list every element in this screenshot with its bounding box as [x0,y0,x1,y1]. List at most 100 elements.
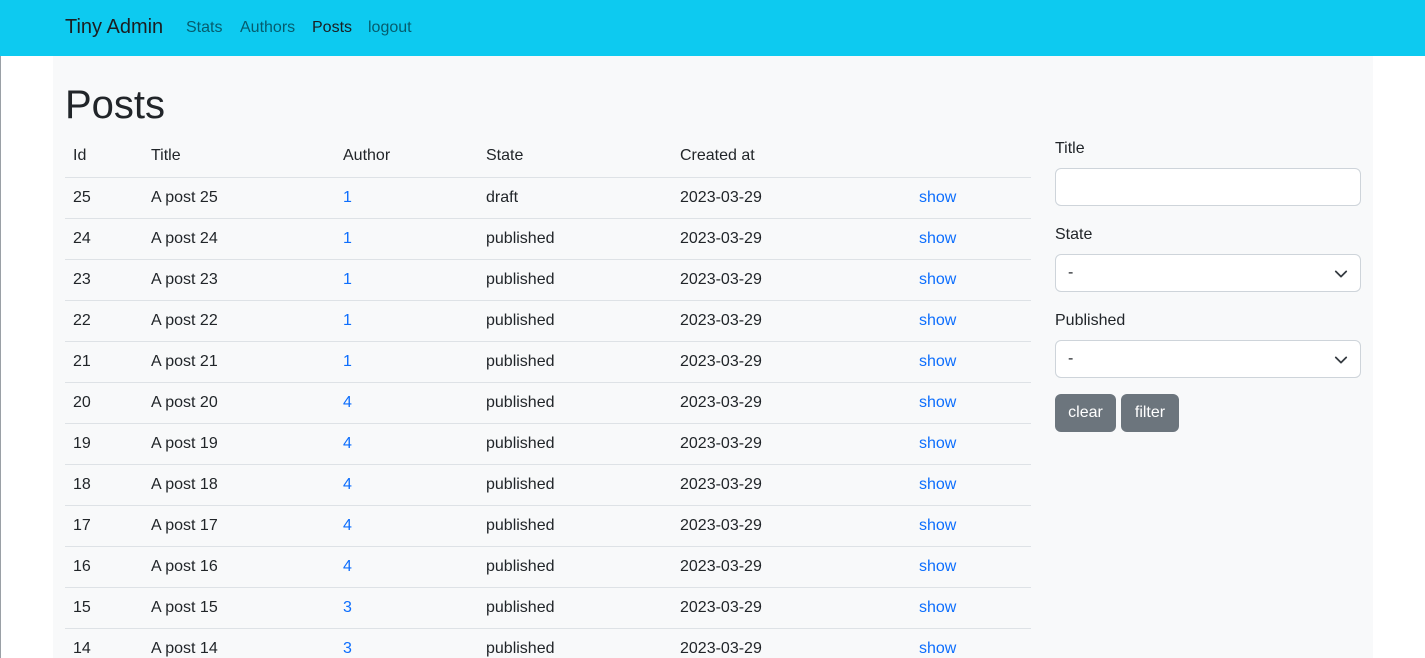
cell-id: 22 [73,311,91,329]
cell-state: published [486,270,555,288]
cell-created-at: 2023-03-29 [680,229,762,247]
nav-link-posts[interactable]: Posts [312,19,352,37]
cell-id: 25 [73,188,91,206]
table-cell: 4 [335,464,478,506]
author-link[interactable]: 4 [343,394,352,411]
table-cell: published [478,218,672,260]
show-link[interactable]: show [919,558,956,575]
show-link[interactable]: show [919,640,956,657]
cell-created-at: 2023-03-29 [680,393,762,411]
show-link[interactable]: show [919,435,956,452]
author-link[interactable]: 4 [343,558,352,575]
table-cell: 22 [65,300,143,342]
author-link[interactable]: 4 [343,435,352,452]
table-cell: 2023-03-29 [672,464,911,506]
author-link[interactable]: 1 [343,353,352,370]
table-cell: A post 14 [143,628,335,658]
show-link[interactable]: show [919,271,956,288]
cell-created-at: 2023-03-29 [680,352,762,370]
table-cell: 2023-03-29 [672,177,911,219]
state-filter-select[interactable]: - [1055,254,1361,292]
published-filter-value: - [1068,350,1074,367]
cell-id: 17 [73,516,91,534]
column-header-title: Title [143,136,335,178]
cell-state: published [486,598,555,616]
show-link[interactable]: show [919,189,956,206]
table-cell: 2023-03-29 [672,587,911,629]
author-link[interactable]: 3 [343,599,352,616]
cell-created-at: 2023-03-29 [680,639,762,657]
table-cell: A post 23 [143,259,335,301]
published-filter-select[interactable]: - [1055,340,1361,378]
table-cell: show [911,546,1031,588]
author-link[interactable]: 1 [343,189,352,206]
title-filter-input[interactable] [1055,168,1361,206]
author-link[interactable]: 4 [343,476,352,493]
table-cell: 2023-03-29 [672,259,911,301]
show-link[interactable]: show [919,599,956,616]
table-row: 18 A post 18 4 published 2023-03-29 show [65,464,1031,506]
filter-button[interactable]: filter [1121,394,1179,432]
show-link[interactable]: show [919,394,956,411]
cell-title: A post 16 [151,557,218,575]
author-link[interactable]: 1 [343,312,352,329]
table-cell: 24 [65,218,143,260]
cell-created-at: 2023-03-29 [680,311,762,329]
clear-button[interactable]: clear [1055,394,1116,432]
table-cell: 14 [65,628,143,658]
table-row: 16 A post 16 4 published 2023-03-29 show [65,546,1031,588]
brand-link[interactable]: Tiny Admin [65,16,163,39]
author-link[interactable]: 3 [343,640,352,657]
table-cell: A post 22 [143,300,335,342]
table-cell: 4 [335,546,478,588]
column-header-created-at: Created at [672,136,911,178]
table-row: 23 A post 23 1 published 2023-03-29 show [65,259,1031,301]
table-cell: 23 [65,259,143,301]
state-filter-value: - [1068,264,1074,281]
table-cell: 2023-03-29 [672,423,911,465]
cell-state: published [486,434,555,452]
column-header-state: State [478,136,672,178]
cell-title: A post 19 [151,434,218,452]
author-link[interactable]: 4 [343,517,352,534]
table-cell: 4 [335,382,478,424]
table-cell: 1 [335,300,478,342]
table-cell: 15 [65,587,143,629]
table-cell: 21 [65,341,143,383]
window-frame [0,0,1,658]
show-link[interactable]: show [919,312,956,329]
table-cell: 1 [335,218,478,260]
posts-table: Id Title Author State Created at 25 A pos… [65,136,1031,658]
show-link[interactable]: show [919,353,956,370]
cell-created-at: 2023-03-29 [680,270,762,288]
table-cell: 1 [335,177,478,219]
table-cell: 16 [65,546,143,588]
cell-title: A post 17 [151,516,218,534]
nav-link-authors[interactable]: Authors [240,19,295,37]
published-filter-label: Published [1055,312,1126,329]
show-link[interactable]: show [919,517,956,534]
table-row: 21 A post 21 1 published 2023-03-29 show [65,341,1031,383]
cell-title: A post 25 [151,188,218,206]
table-cell: 2023-03-29 [672,382,911,424]
nav-link-stats[interactable]: Stats [186,19,222,37]
table-cell: A post 15 [143,587,335,629]
table-cell: show [911,300,1031,342]
table-row: 14 A post 14 3 published 2023-03-29 show [65,628,1031,658]
cell-created-at: 2023-03-29 [680,557,762,575]
table-cell: 1 [335,259,478,301]
cell-title: A post 22 [151,311,218,329]
cell-id: 18 [73,475,91,493]
cell-id: 20 [73,393,91,411]
nav-link-logout[interactable]: logout [368,19,412,37]
show-link[interactable]: show [919,230,956,247]
show-link[interactable]: show [919,476,956,493]
cell-state: published [486,393,555,411]
table-cell: show [911,341,1031,383]
cell-title: A post 14 [151,639,218,657]
table-cell: show [911,587,1031,629]
author-link[interactable]: 1 [343,271,352,288]
author-link[interactable]: 1 [343,230,352,247]
table-cell: published [478,464,672,506]
cell-state: published [486,557,555,575]
